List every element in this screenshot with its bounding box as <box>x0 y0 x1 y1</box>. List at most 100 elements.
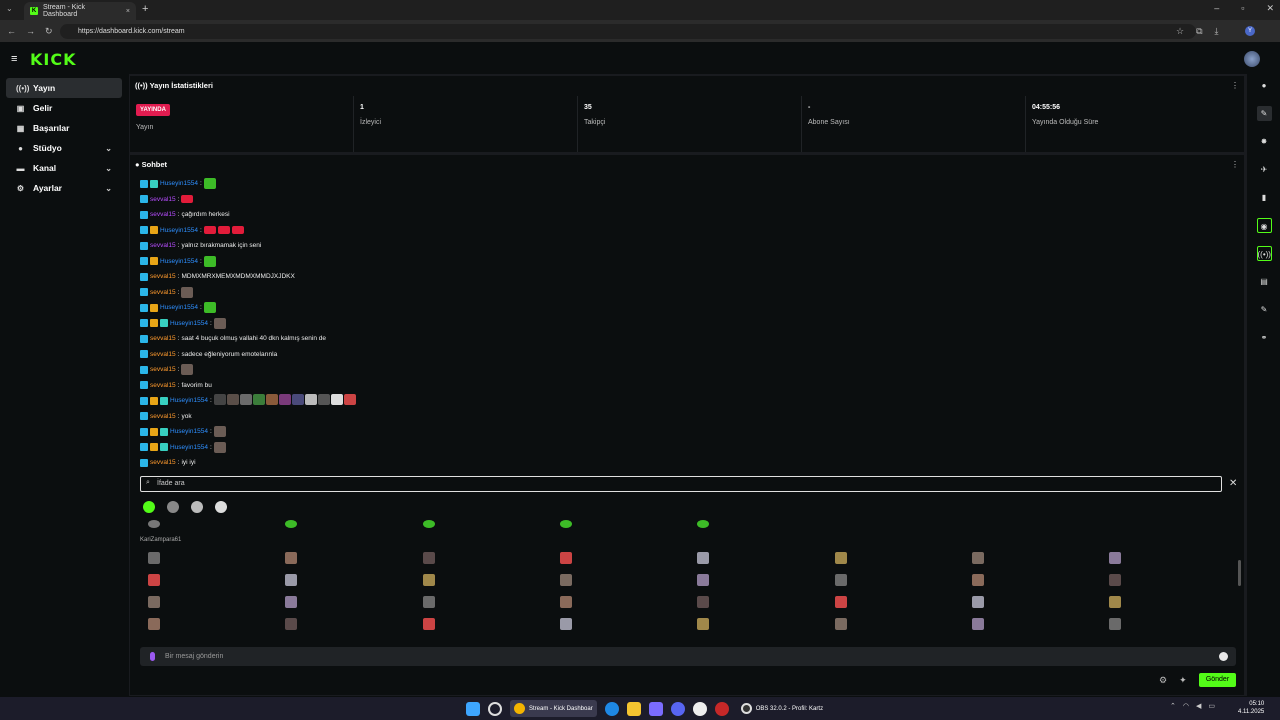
emoji-tab-icon[interactable] <box>191 501 203 513</box>
emote-icon[interactable] <box>423 574 435 586</box>
extensions-icon[interactable]: ⧉ <box>1196 26 1202 37</box>
browser-profile-avatar[interactable]: Y <box>1245 26 1255 36</box>
chat-message[interactable]: sevval15: <box>140 192 940 208</box>
emote-icon[interactable] <box>1109 618 1121 630</box>
tray-chevron-icon[interactable]: ⌃ <box>1170 702 1176 710</box>
chat-username[interactable]: Huseyin1554 <box>160 227 198 234</box>
emote-icon[interactable] <box>972 596 984 608</box>
edit-icon[interactable]: ✎ <box>1256 106 1272 121</box>
emote-icon[interactable] <box>835 596 847 608</box>
chat-message[interactable]: Huseyin1554: <box>140 393 940 409</box>
tab-search-icon[interactable]: ⌄ <box>6 4 13 13</box>
chat-username[interactable]: sevval15 <box>150 273 176 280</box>
sidebar-item-studyo[interactable]: ● Stüdyo ⌄ <box>6 138 122 158</box>
new-tab-button[interactable]: + <box>142 3 148 15</box>
send-button[interactable]: Gönder <box>1199 673 1236 687</box>
stats-menu-icon[interactable]: ⋮ <box>1231 81 1239 90</box>
chat-message[interactable]: sevval15: <box>140 285 940 301</box>
chat-username[interactable]: Huseyin1554 <box>170 444 208 451</box>
sidebar-item-yayin[interactable]: ((•)) Yayın <box>6 78 122 98</box>
windows-start-icon[interactable] <box>466 701 480 716</box>
chat-message[interactable]: sevval15: sadece eğleniyorum emotelarınl… <box>140 347 940 363</box>
emote-icon[interactable] <box>285 552 297 564</box>
app-red-icon[interactable] <box>714 701 729 716</box>
emote-icon[interactable] <box>697 618 709 630</box>
chat-username[interactable]: sevval15 <box>150 196 176 203</box>
sidebar-item-basarilar[interactable]: ▦ Başarılar <box>6 118 122 138</box>
channel-emotes-tab-icon[interactable] <box>167 501 179 513</box>
emote-icon[interactable] <box>835 618 847 630</box>
search-icon[interactable] <box>488 701 502 716</box>
chat-username[interactable]: sevval15 <box>150 382 176 389</box>
tab-close-button[interactable]: × <box>126 8 130 15</box>
emote-icon[interactable] <box>697 596 709 608</box>
emote-icon[interactable] <box>285 574 297 586</box>
sidebar-item-ayarlar[interactable]: ⚙ Ayarlar ⌄ <box>6 178 122 198</box>
emote-icon[interactable] <box>560 574 572 586</box>
chat-icon[interactable]: ◉ <box>1256 218 1272 233</box>
app-g-icon[interactable] <box>692 701 707 716</box>
folder-icon[interactable] <box>626 701 641 716</box>
chat-username[interactable]: sevval15 <box>150 211 176 218</box>
chat-message[interactable]: Huseyin1554: <box>140 424 940 440</box>
bolt-icon[interactable]: ✈ <box>1257 162 1272 177</box>
emote-icon[interactable] <box>560 552 572 564</box>
chat-username[interactable]: sevval15 <box>150 289 176 296</box>
link-icon[interactable]: ⚭ <box>1257 330 1272 345</box>
chat-message[interactable]: Huseyin1554: <box>140 223 940 239</box>
info-icon[interactable]: ● <box>1257 78 1272 93</box>
emote-icon[interactable] <box>1109 596 1121 608</box>
emote-icon[interactable] <box>285 618 297 630</box>
chat-message[interactable]: sevval15: iyi iyi <box>140 455 940 471</box>
menu-icon[interactable]: ≡ <box>11 53 17 65</box>
taskbar-obs[interactable]: OBS 32.0.2 - Profil: Kartz <box>737 700 827 717</box>
chat-message[interactable]: Huseyin1554: <box>140 300 940 316</box>
user-avatar[interactable] <box>1244 51 1260 67</box>
discord-icon[interactable] <box>670 701 685 716</box>
close-icon[interactable]: ✕ <box>1266 3 1274 14</box>
emote-scrollbar[interactable] <box>1238 560 1241 586</box>
chat-message[interactable]: Huseyin1554: <box>140 316 940 332</box>
emote-icon[interactable] <box>148 520 160 528</box>
chat-username[interactable]: sevval15 <box>150 366 176 373</box>
emote-icon[interactable] <box>148 618 160 630</box>
volume-icon[interactable]: ◀ <box>1196 702 1201 710</box>
emote-icon[interactable] <box>285 596 297 608</box>
chat-message[interactable]: sevval15: saat 4 buçuk olmuş vallahi 40 … <box>140 331 940 347</box>
minimize-icon[interactable]: – <box>1214 3 1219 14</box>
emote-icon[interactable] <box>1109 552 1121 564</box>
app-icon[interactable] <box>648 701 663 716</box>
chat-username[interactable]: Huseyin1554 <box>170 397 208 404</box>
forward-icon[interactable]: → <box>26 26 35 37</box>
chat-message[interactable]: Huseyin1554: <box>140 176 940 192</box>
emote-icon[interactable] <box>560 596 572 608</box>
chat-username[interactable]: Huseyin1554 <box>160 304 198 311</box>
chat-menu-icon[interactable]: ⋮ <box>1231 160 1239 169</box>
chat-username[interactable]: sevval15 <box>150 459 176 466</box>
emote-icon[interactable] <box>148 552 160 564</box>
close-emote-picker-icon[interactable]: ✕ <box>1229 478 1237 489</box>
chat-username[interactable]: Huseyin1554 <box>170 320 208 327</box>
emote-icon[interactable] <box>148 574 160 586</box>
taskbar-chrome[interactable]: Stream - Kick Dashboar <box>510 700 597 717</box>
chat-message[interactable]: sevval15: <box>140 362 940 378</box>
emote-icon[interactable] <box>835 552 847 564</box>
chat-message[interactable]: sevval15: favorim bu <box>140 378 940 394</box>
emote-icon[interactable] <box>423 618 435 630</box>
chat-message[interactable]: Huseyin1554: <box>140 440 940 456</box>
kick-logo[interactable]: KICK <box>30 50 77 69</box>
emote-icon[interactable] <box>1109 574 1121 586</box>
edge-icon[interactable] <box>604 701 619 716</box>
sidebar-item-kanal[interactable]: ▬ Kanal ⌄ <box>6 158 122 178</box>
chat-username[interactable]: sevval15 <box>150 351 176 358</box>
clip-icon[interactable]: ▮ <box>1257 190 1272 205</box>
emoji-picker-icon[interactable] <box>1219 652 1228 661</box>
emote-icon[interactable] <box>423 552 435 564</box>
chat-username[interactable]: Huseyin1554 <box>160 258 198 265</box>
emote-icon[interactable] <box>423 520 435 528</box>
emote-icon[interactable] <box>697 574 709 586</box>
settings-icon[interactable]: ⚙ <box>1159 675 1167 686</box>
emote-icon[interactable] <box>560 618 572 630</box>
grid-icon[interactable]: ▤ <box>1257 274 1272 289</box>
battery-icon[interactable]: ▭ <box>1208 702 1215 710</box>
